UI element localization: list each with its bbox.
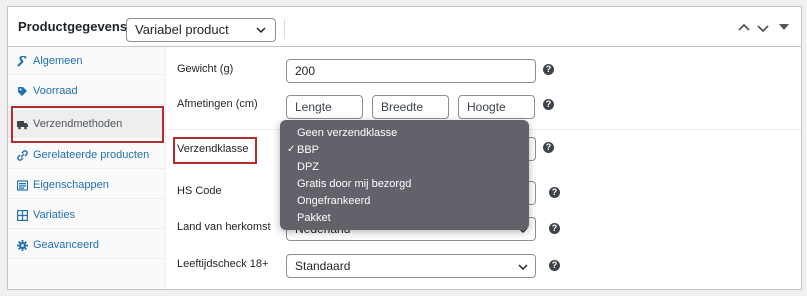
height-input[interactable]: Hoogte xyxy=(458,95,535,119)
help-icon[interactable]: ? xyxy=(543,142,554,153)
age-check-value: Standaard xyxy=(295,259,351,273)
weight-value: 200 xyxy=(295,64,316,78)
shipping-class-label: Verzendklasse xyxy=(177,143,249,155)
product-type-value: Variabel product xyxy=(135,22,229,37)
tab-variaties[interactable]: Variaties xyxy=(8,201,166,229)
width-placeholder: Breedte xyxy=(381,100,424,114)
origin-label: Land van herkomst xyxy=(177,221,271,233)
length-input[interactable]: Lengte xyxy=(286,95,363,119)
width-input[interactable]: Breedte xyxy=(372,95,449,119)
dimensions-label: Afmetingen (cm) xyxy=(177,98,258,110)
product-data-tabs: Algemeen Voorraad Verzendmethoden Gerela… xyxy=(8,47,166,289)
highlight-box-tab xyxy=(11,106,164,143)
list-icon xyxy=(17,180,28,191)
weight-input[interactable]: 200 xyxy=(286,59,536,83)
tab-label: Geavanceerd xyxy=(33,239,100,251)
grid-icon xyxy=(17,210,28,221)
panel-header: Productgegevens — Variabel product xyxy=(8,7,801,47)
age-check-label: Leeftijdscheck 18+ xyxy=(177,258,269,270)
chevron-up-icon[interactable] xyxy=(736,20,752,36)
panel-title: Productgegevens — xyxy=(18,19,144,34)
dropdown-option[interactable]: Ongefrankeerd xyxy=(297,195,370,207)
help-icon[interactable]: ? xyxy=(549,187,560,198)
gear-icon xyxy=(17,240,28,251)
tag-icon xyxy=(18,87,27,96)
header-divider xyxy=(284,19,285,39)
tab-label: Eigenschappen xyxy=(33,179,109,191)
check-icon: ✓ xyxy=(287,144,296,155)
tab-geavanceerd[interactable]: Geavanceerd xyxy=(8,231,166,259)
dropdown-option[interactable]: DPZ xyxy=(297,161,319,173)
product-data-panel: Productgegevens — Variabel product Algem… xyxy=(7,6,802,290)
tab-eigenschappen[interactable]: Eigenschappen xyxy=(8,171,166,199)
dropdown-option[interactable]: Gratis door mij bezorgd xyxy=(297,178,411,190)
help-icon[interactable]: ? xyxy=(543,64,554,75)
tab-label: Gerelateerde producten xyxy=(33,149,150,161)
help-icon[interactable]: ? xyxy=(549,223,560,234)
length-placeholder: Lengte xyxy=(295,100,332,114)
tab-label: Variaties xyxy=(33,209,75,221)
height-placeholder: Hoogte xyxy=(467,100,506,114)
tab-voorraad[interactable]: Voorraad xyxy=(8,77,166,105)
wrench-icon xyxy=(17,56,27,67)
chevron-down-icon xyxy=(518,264,528,271)
tab-gerelateerde-producten[interactable]: Gerelateerde producten xyxy=(8,141,166,169)
age-check-select[interactable]: Standaard xyxy=(286,254,536,278)
tab-label: Algemeen xyxy=(33,55,83,67)
tab-algemeen[interactable]: Algemeen xyxy=(8,47,166,75)
chevron-down-icon xyxy=(256,27,266,34)
help-icon[interactable]: ? xyxy=(543,99,554,110)
dropdown-option-selected[interactable]: BBP xyxy=(297,144,319,156)
help-icon[interactable]: ? xyxy=(549,260,560,271)
tab-label: Voorraad xyxy=(33,85,78,97)
collapse-toggle-icon[interactable] xyxy=(779,22,789,32)
chevron-down-icon[interactable] xyxy=(755,20,771,36)
hs-code-label: HS Code xyxy=(177,185,222,197)
dropdown-option[interactable]: Geen verzendklasse xyxy=(297,127,397,139)
shipping-class-dropdown: Geen verzendklasse ✓ BBP DPZ Gratis door… xyxy=(280,120,529,230)
product-type-select[interactable]: Variabel product xyxy=(126,18,276,42)
link-icon xyxy=(17,150,28,161)
weight-label: Gewicht (g) xyxy=(177,63,234,75)
dropdown-option[interactable]: Pakket xyxy=(297,212,331,224)
